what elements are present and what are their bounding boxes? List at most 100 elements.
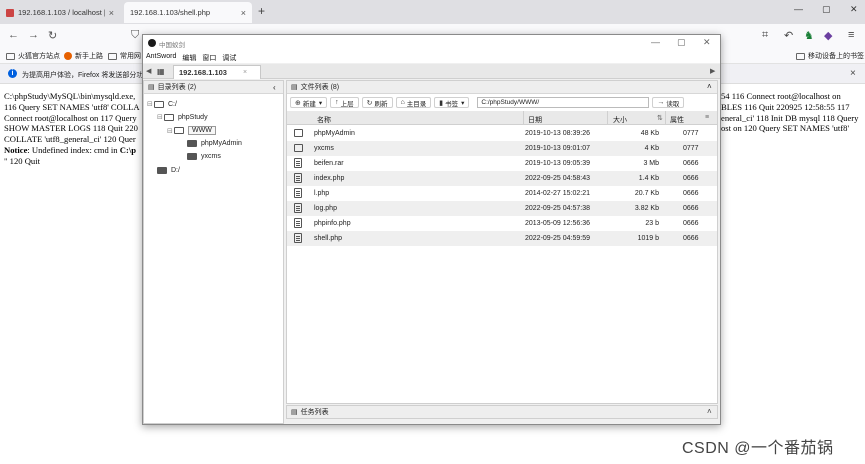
extension-icon[interactable]: ♞ bbox=[804, 29, 814, 42]
folder-icon bbox=[187, 153, 197, 160]
as-minimize-button[interactable]: — bbox=[651, 37, 660, 47]
home-icon: ⌂ bbox=[400, 99, 405, 106]
tab-title: 192.168.1.103 / localhost | ph bbox=[18, 8, 105, 17]
folder-icon bbox=[796, 52, 805, 60]
as-close-button[interactable]: ✕ bbox=[703, 37, 711, 48]
browser-tab-shell[interactable]: 192.168.1.103/shell.php × bbox=[124, 2, 252, 23]
column-date[interactable]: 日期 bbox=[528, 115, 542, 125]
table-row[interactable]: yxcms 2019-10-13 09:01:07 4 Kb 0777 bbox=[287, 141, 717, 156]
column-menu-icon[interactable]: ≡ bbox=[705, 114, 709, 121]
php-notice: Notice: Undefined index: cmd in C:\p bbox=[4, 144, 137, 155]
tab-close-icon[interactable]: × bbox=[109, 8, 114, 18]
minimize-button[interactable]: — bbox=[794, 4, 803, 14]
column-size[interactable]: 大小 bbox=[613, 115, 627, 125]
tree-collapse-icon[interactable]: ⊟ bbox=[157, 113, 164, 121]
file-icon bbox=[294, 203, 302, 213]
file-grid-header: 名称 日期 大小 ⇅ 属性 ≡ bbox=[287, 111, 717, 125]
table-row[interactable]: phpMyAdmin 2019-10-13 08:39:26 48 Kb 077… bbox=[287, 126, 717, 141]
table-row[interactable]: shell.php 2022-09-25 04:59:59 1019 b 066… bbox=[287, 231, 717, 246]
page-output-left: C:\phpStudy\MySQL\bin\mysqld.exe, 116 Qu… bbox=[4, 91, 140, 166]
bookmark-firefox-site[interactable]: 火狐官方站点 bbox=[6, 51, 60, 61]
tree-node-yxcms[interactable]: yxcms bbox=[187, 153, 221, 160]
notification-close-icon[interactable]: × bbox=[850, 68, 856, 79]
bookmark-common[interactable]: 常用网 bbox=[108, 51, 141, 61]
column-perm[interactable]: 属性 bbox=[670, 115, 684, 125]
tab-scroll-right-icon[interactable]: ▶ bbox=[710, 67, 715, 75]
back-arrow-icon[interactable]: ← bbox=[8, 29, 19, 41]
folder-open-icon bbox=[164, 113, 174, 121]
undo-icon[interactable]: ↶ bbox=[784, 29, 793, 42]
table-row[interactable]: phpinfo.php 2013-05-09 12:56:36 23 b 066… bbox=[287, 216, 717, 231]
column-name[interactable]: 名称 bbox=[317, 115, 331, 125]
menu-icon[interactable]: ≡ bbox=[848, 29, 854, 41]
folder-icon bbox=[294, 129, 303, 137]
site-tab-close-icon[interactable]: × bbox=[243, 69, 247, 76]
path-input[interactable]: C:/phpStudy/WWW/ bbox=[477, 97, 650, 108]
menu-antsword[interactable]: AntSword bbox=[143, 51, 179, 63]
up-level-button[interactable]: ↑ 上层 bbox=[330, 97, 359, 108]
bookmark-mobile[interactable]: 移动设备上的书签 bbox=[796, 51, 864, 61]
file-icon bbox=[294, 233, 302, 243]
task-list-panel[interactable]: ▤ 任务列表 ˄ bbox=[286, 405, 718, 419]
tree-collapse-icon[interactable]: ⊟ bbox=[167, 127, 174, 135]
arrow-right-icon: → bbox=[657, 99, 665, 106]
antsword-menubar: AntSword 编辑 窗口 调试 bbox=[143, 51, 720, 63]
collapse-left-icon[interactable]: ‹ bbox=[273, 83, 276, 92]
home-dir-button[interactable]: ⌂ 主目录 bbox=[395, 97, 432, 108]
tree-node-d[interactable]: D:/ bbox=[157, 167, 180, 174]
bookmark-button[interactable]: ▮ 书签 ▾ bbox=[434, 97, 470, 108]
menu-window[interactable]: 窗口 bbox=[199, 51, 219, 63]
extension-shield-icon[interactable]: ◆ bbox=[824, 29, 832, 42]
table-row[interactable]: index.php 2022-09-25 04:58:43 1.4 Kb 066… bbox=[287, 171, 717, 186]
tree-collapse-icon[interactable]: ⊟ bbox=[147, 100, 154, 108]
notification-text: 为提高用户体验，Firefox 将发送部分功 bbox=[22, 72, 144, 79]
new-tab-button[interactable]: + bbox=[258, 4, 265, 18]
tree-node-c[interactable]: ⊟ C:/ bbox=[147, 100, 177, 108]
table-row[interactable]: log.php 2022-09-25 04:57:38 3.82 Kb 0666 bbox=[287, 201, 717, 216]
task-list-icon: ▤ bbox=[291, 409, 298, 416]
folder-icon bbox=[157, 167, 167, 174]
folder-icon bbox=[108, 52, 117, 60]
tab-title: 192.168.1.103/shell.php bbox=[130, 8, 211, 17]
file-icon bbox=[294, 158, 302, 168]
site-tab[interactable]: 192.168.1.103 × bbox=[173, 65, 261, 79]
list-icon: ▤ bbox=[148, 84, 155, 91]
file-pane: ▤ 文件列表 (8) ˄ ⊕ 新建 ▾ ↑ 上层 ↻ 刷新 ⌂ 主目录 ▮ 书签 ▾ C:/p… bbox=[286, 80, 718, 404]
sort-arrows-icon: ⇅ bbox=[657, 115, 663, 122]
folder-open-icon bbox=[154, 100, 164, 108]
plus-circle-icon: ⊕ bbox=[295, 99, 301, 107]
tab-scroll-left-icon[interactable]: ◀ bbox=[146, 67, 151, 75]
browser-tab-phpmyadmin[interactable]: 192.168.1.103 / localhost | ph × bbox=[0, 2, 120, 23]
browser-tab-bar: 192.168.1.103 / localhost | ph × 192.168… bbox=[0, 0, 865, 24]
forward-arrow-icon[interactable]: → bbox=[28, 29, 39, 41]
antsword-tab-strip: ◀ ▦ 192.168.1.103 × ▶ bbox=[143, 64, 720, 79]
refresh-icon: ↻ bbox=[366, 99, 373, 107]
tree-node-www[interactable]: ⊟ WWW bbox=[167, 126, 216, 135]
directory-pane-header: ▤ 目录列表 (2) ‹ bbox=[144, 81, 283, 94]
reload-icon[interactable]: ↻ bbox=[48, 29, 57, 42]
expand-up-icon[interactable]: ˄ bbox=[707, 407, 712, 416]
menu-edit[interactable]: 编辑 bbox=[179, 51, 199, 63]
table-row[interactable]: beifen.rar 2019-10-13 09:05:39 3 Mb 0666 bbox=[287, 156, 717, 171]
maximize-button[interactable]: ▢ bbox=[822, 4, 831, 15]
tree-node-phpstudy[interactable]: ⊟ phpStudy bbox=[157, 113, 208, 121]
bookmark-icon: ▮ bbox=[439, 99, 444, 107]
bookmark-getting-started[interactable]: 新手上路 bbox=[64, 51, 103, 61]
read-button[interactable]: → 读取 bbox=[652, 97, 685, 108]
watermark: CSDN @一个番茄锅 bbox=[682, 440, 834, 457]
refresh-button[interactable]: ↻ 刷新 bbox=[361, 97, 393, 108]
as-maximize-button[interactable]: ▢ bbox=[677, 37, 686, 48]
collapse-up-icon[interactable]: ˄ bbox=[707, 82, 712, 91]
close-window-button[interactable]: ✕ bbox=[850, 4, 858, 15]
menu-debug[interactable]: 调试 bbox=[219, 51, 239, 63]
file-toolbar: ⊕ 新建 ▾ ↑ 上层 ↻ 刷新 ⌂ 主目录 ▮ 书签 ▾ C:/phpStudy/WWW/ … bbox=[287, 95, 685, 110]
tab-close-icon[interactable]: × bbox=[241, 8, 246, 18]
table-row[interactable]: l.php 2014-02-27 15:02:21 20.7 Kb 0666 bbox=[287, 186, 717, 201]
tree-node-phpmyadmin[interactable]: phpMyAdmin bbox=[187, 140, 242, 147]
shield-icon[interactable]: ⛉ bbox=[131, 29, 139, 42]
antsword-window: 中国蚁剑 — ▢ ✕ AntSword 编辑 窗口 调试 ◀ ▦ 192.168… bbox=[142, 34, 721, 425]
home-grid-icon[interactable]: ▦ bbox=[157, 67, 165, 76]
new-button[interactable]: ⊕ 新建 ▾ bbox=[290, 97, 328, 108]
screenshot-icon[interactable]: ⌗ bbox=[762, 29, 768, 42]
file-list-icon: ▤ bbox=[291, 84, 298, 91]
